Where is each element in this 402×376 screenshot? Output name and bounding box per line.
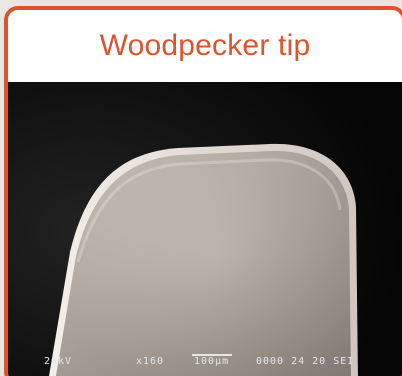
sem-code-label: 0000 24 20 SEI (256, 356, 355, 367)
figure-panel: Woodpecker tip 20kV x160 100µm 0000 24 2… (0, 0, 402, 376)
panel-title: Woodpecker tip (99, 29, 311, 62)
magnification-label: x160 (136, 356, 165, 367)
voltage-label: 20kV (44, 356, 73, 367)
scale-bar-label: 100µm (194, 356, 230, 367)
sem-micrograph: 20kV x160 100µm 0000 24 20 SEI (8, 82, 402, 376)
card: Woodpecker tip 20kV x160 100µm 0000 24 2… (4, 6, 402, 376)
tip-image (8, 82, 402, 376)
sem-info-bar: 20kV x160 100µm 0000 24 20 SEI (8, 352, 402, 372)
